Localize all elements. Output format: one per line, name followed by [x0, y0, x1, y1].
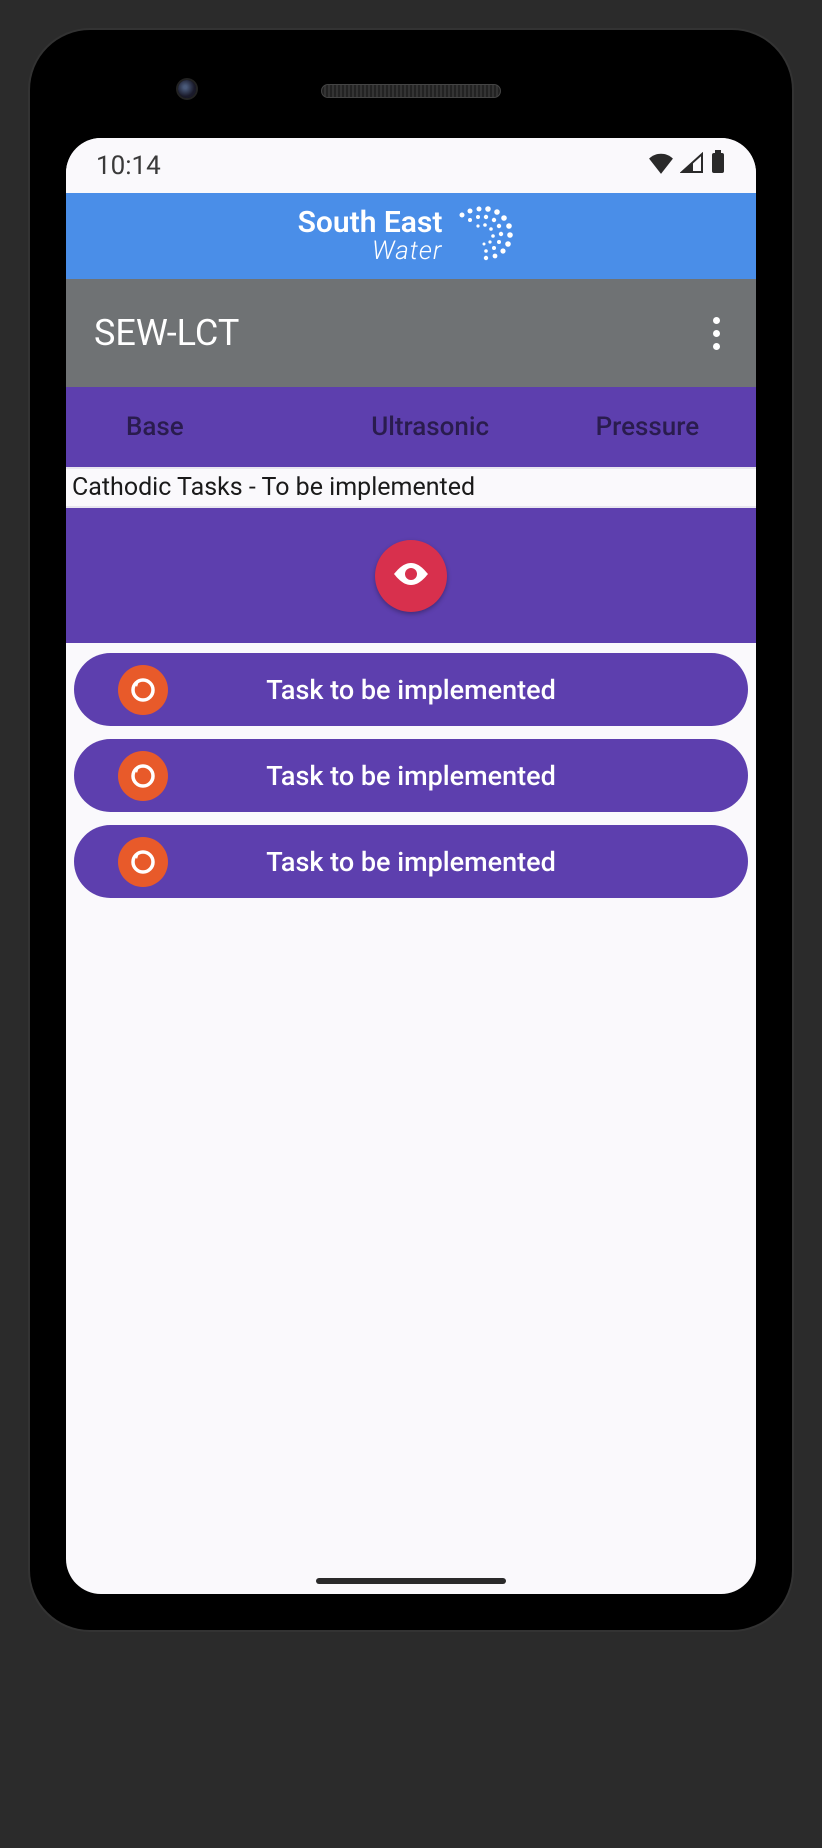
refresh-icon: [118, 665, 168, 715]
tab-bar: Base Ultrasonic Pressure: [66, 387, 756, 467]
screen: 10:14 South East: [66, 138, 756, 1594]
more-vert-icon[interactable]: [705, 309, 728, 358]
phone-inner: 10:14 South East: [48, 48, 774, 1612]
signal-icon: [680, 151, 704, 181]
brand-text: South East Water: [298, 208, 443, 264]
task-item[interactable]: Task to be implemented: [74, 653, 748, 726]
brand-logo: South East Water: [298, 205, 525, 267]
section-title: Cathodic Tasks - To be implemented: [66, 467, 756, 508]
battery-icon: [710, 150, 726, 181]
status-time: 10:14: [96, 151, 161, 181]
brand-swirl-icon: [452, 205, 524, 267]
app-bar-title: SEW-LCT: [94, 312, 239, 354]
refresh-icon: [118, 837, 168, 887]
brand-line1: South East: [298, 208, 443, 238]
task-item[interactable]: Task to be implemented: [74, 739, 748, 812]
brand-bar: South East Water: [66, 193, 756, 279]
status-bar: 10:14: [66, 138, 756, 193]
app-bar: SEW-LCT: [66, 279, 756, 387]
eye-icon: [393, 561, 429, 591]
brand-line2: Water: [298, 238, 443, 264]
task-label: Task to be implemented: [74, 760, 748, 792]
tab-ultrasonic[interactable]: Ultrasonic: [322, 392, 539, 462]
task-label: Task to be implemented: [74, 846, 748, 878]
view-button[interactable]: [375, 540, 447, 612]
phone-frame: 10:14 South East: [30, 30, 792, 1630]
wifi-icon: [648, 151, 674, 181]
speaker-grill: [321, 84, 501, 98]
task-item[interactable]: Task to be implemented: [74, 825, 748, 898]
camera-dot: [178, 80, 196, 98]
task-label: Task to be implemented: [74, 674, 748, 706]
phone-bezel-top: [48, 48, 774, 138]
nav-handle[interactable]: [316, 1578, 506, 1584]
status-icons: [648, 150, 726, 181]
tab-pressure[interactable]: Pressure: [539, 392, 756, 462]
task-list: Task to be implemented Task to be implem…: [66, 643, 756, 898]
tab-base[interactable]: Base: [66, 392, 322, 462]
refresh-icon: [118, 751, 168, 801]
eye-panel: [66, 508, 756, 643]
